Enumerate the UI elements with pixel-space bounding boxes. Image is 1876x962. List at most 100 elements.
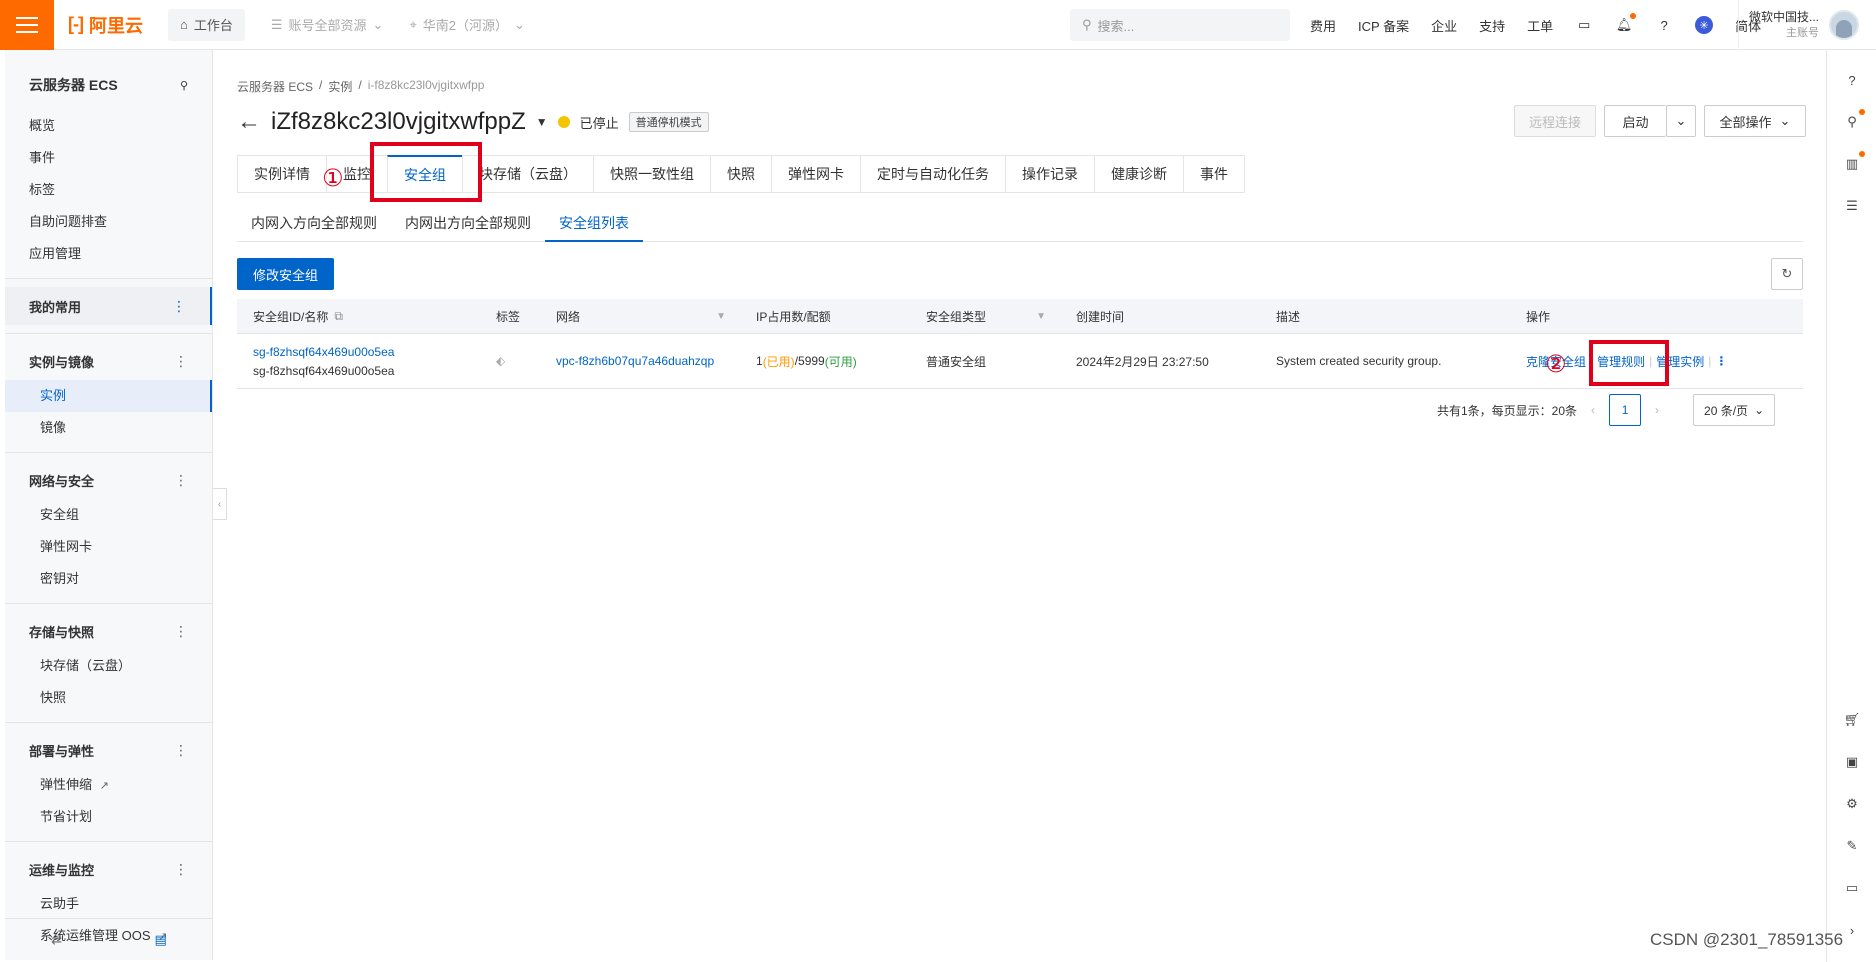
notes-icon[interactable]: ☰ — [1842, 196, 1862, 216]
link-icp[interactable]: ICP 备案 — [1358, 16, 1409, 35]
more-icon[interactable]: ⋮ — [174, 861, 188, 878]
tab-snapshot-groups[interactable]: 快照一致性组 — [593, 155, 710, 193]
bell-icon[interactable]: 🔔︎ — [1615, 13, 1637, 34]
workbench-button[interactable]: ⌂ 工作台 — [168, 8, 245, 41]
sidebar-item-snapshots[interactable]: 快照 — [5, 682, 212, 714]
logo[interactable]: [-] 阿里云 — [68, 12, 160, 38]
tab-scheduled-tasks[interactable]: 定时与自动化任务 — [860, 155, 1005, 193]
gear-icon[interactable]: ⚙ — [1842, 794, 1862, 814]
modify-security-group-button[interactable]: 修改安全组 — [237, 258, 335, 290]
region-selector[interactable]: ⌖ 华南2（河源） ⌄ — [409, 15, 524, 34]
tab-health[interactable]: 健康诊断 — [1094, 155, 1183, 193]
start-button[interactable]: 启动 — [1604, 105, 1666, 137]
sidebar-item-savings-plan[interactable]: 节省计划 — [5, 801, 212, 833]
sidebar-item-images[interactable]: 镜像 — [5, 412, 212, 444]
sidebar-group-ops[interactable]: 运维与监控 ⋮ — [5, 850, 212, 888]
link-support[interactable]: 支持 — [1479, 16, 1505, 35]
sidebar-group-network[interactable]: 网络与安全 ⋮ — [5, 461, 212, 499]
sidebar-group-instances[interactable]: 实例与镜像 ⋮ — [5, 342, 212, 380]
more-icon[interactable]: ⋮ — [172, 298, 186, 315]
sidebar-item-instances[interactable]: 实例 — [5, 380, 212, 412]
menu-icon[interactable] — [0, 0, 54, 50]
next-page-icon[interactable]: › — [1655, 403, 1659, 417]
back-arrow-icon[interactable]: ← — [237, 108, 261, 136]
sidebar-item-eni[interactable]: 弹性网卡 — [5, 531, 212, 563]
caret-down-icon[interactable]: ▼ — [536, 115, 548, 129]
favorites-label: 我的常用 — [29, 299, 82, 315]
breadcrumb-instances[interactable]: 实例 — [328, 78, 352, 95]
page-number[interactable]: 1 — [1609, 394, 1642, 426]
list-icon: ☰ — [270, 16, 283, 32]
link-ticket[interactable]: 工单 — [1527, 16, 1553, 35]
edit-icon[interactable]: ✎ — [1842, 836, 1862, 856]
search-icon[interactable]: ⚲ — [1842, 109, 1865, 132]
subtab-outbound-rules[interactable]: 内网出方向全部规则 — [391, 210, 545, 242]
sidebar-group-deploy[interactable]: 部署与弹性 ⋮ — [5, 731, 212, 769]
resource-selector[interactable]: ☰ 账号全部资源 ⌄ — [271, 15, 384, 34]
chevron-down-icon: ⌄ — [1754, 403, 1765, 417]
header-label: 安全组类型 — [926, 309, 987, 324]
terminal-icon[interactable]: ▭ — [1575, 16, 1593, 34]
all-operations-button[interactable]: 全部操作 ⌄ — [1704, 105, 1806, 137]
start-dropdown-icon[interactable]: ⌄ — [1666, 105, 1696, 137]
chevron-down-icon: ⌄ — [514, 16, 525, 32]
sidebar-item-troubleshoot[interactable]: 自助问题排查 — [5, 206, 212, 238]
chat-icon[interactable]: ▭ — [1842, 878, 1862, 898]
tab-eni[interactable]: 弹性网卡 — [771, 155, 860, 193]
device-icon[interactable]: ▣ — [1842, 752, 1862, 772]
more-icon[interactable]: ⋮ — [174, 353, 188, 370]
page-size-select[interactable]: 20 条/页 ⌄ — [1693, 394, 1776, 426]
ai-assistant-icon[interactable]: ✳ — [1695, 16, 1714, 34]
subtab-inbound-rules[interactable]: 内网入方向全部规则 — [237, 210, 391, 242]
sidebar-item-autoscaling[interactable]: 弹性伸缩 ↗ — [5, 769, 212, 801]
tag-icon[interactable]: ⬖ — [496, 354, 505, 368]
security-group-id-link[interactable]: sg-f8zhsqf64x469u00o5ea — [253, 345, 394, 359]
switch-icon[interactable]: ⇄ — [51, 932, 62, 948]
help-icon[interactable]: ? — [1842, 70, 1862, 90]
account-menu[interactable]: 微软中国技... 主账号 — [1738, 0, 1860, 50]
more-actions-icon[interactable]: ⋮ — [1715, 354, 1727, 368]
sidebar-group-storage[interactable]: 存储与快照 ⋮ — [5, 612, 212, 650]
link-enterprise[interactable]: 企业 — [1431, 16, 1457, 35]
chevron-right-icon[interactable]: › — [1842, 920, 1862, 940]
subtab-security-group-list[interactable]: 安全组列表 — [545, 210, 643, 242]
filter-icon[interactable]: ▼ — [1036, 311, 1046, 322]
sidebar-item-keypairs[interactable]: 密钥对 — [5, 563, 212, 595]
page-title: iZf8z8kc23l0vjgitxwfppZ — [271, 108, 526, 135]
divider — [5, 722, 212, 723]
refresh-icon[interactable]: ↻ — [1771, 258, 1803, 290]
tab-details[interactable]: 实例详情 — [237, 155, 326, 193]
tab-snapshots[interactable]: 快照 — [710, 155, 771, 193]
copy-icon[interactable]: ⧉ — [334, 309, 343, 324]
cart-icon[interactable]: 🛒︎ — [1842, 710, 1862, 730]
sidebar-favorites[interactable]: 我的常用 ⋮ — [5, 287, 212, 325]
breadcrumb-ecs[interactable]: 云服务器 ECS — [237, 78, 313, 95]
chevron-down-icon: ⌄ — [372, 16, 384, 32]
book-icon[interactable]: ▥ — [1842, 151, 1865, 174]
sidebar-collapse-handle[interactable]: ‹ — [213, 488, 227, 520]
more-icon[interactable]: ⋮ — [174, 742, 188, 759]
search-input[interactable]: ⚲ 搜索... — [1070, 9, 1290, 41]
prev-page-icon[interactable]: ‹ — [1591, 403, 1595, 417]
sidebar-item-security-groups[interactable]: 安全组 — [5, 499, 212, 531]
tab-operation-log[interactable]: 操作记录 — [1005, 155, 1094, 193]
search-icon[interactable]: ⚲ — [180, 79, 188, 92]
help-icon[interactable]: ? — [1655, 16, 1673, 34]
sidebar-item-cloud-assistant[interactable]: 云助手 — [5, 888, 212, 920]
sidebar-item-tags[interactable]: 标签 — [5, 174, 212, 206]
security-group-table: 安全组ID/名称 ⧉ 标签 网络 ▼ IP占用数/配额 安全组类型 ▼ 创建时间… — [237, 299, 1803, 389]
sidebar-item-events[interactable]: 事件 — [5, 142, 212, 174]
tab-events[interactable]: 事件 — [1183, 155, 1245, 193]
sidebar-item-overview[interactable]: 概览 — [5, 110, 212, 142]
remote-connect-button[interactable]: 远程连接 — [1514, 105, 1596, 137]
message-icon[interactable]: ▤ — [154, 932, 166, 948]
link-fee[interactable]: 费用 — [1310, 16, 1336, 35]
pagination-summary: 共有1条，每页显示：20条 — [1437, 403, 1578, 418]
sidebar-item-apps[interactable]: 应用管理 — [5, 238, 212, 270]
filter-icon[interactable]: ▼ — [716, 311, 726, 322]
avatar[interactable] — [1829, 10, 1860, 40]
vpc-link[interactable]: vpc-f8zh6b07qu7a46duahzqp — [556, 354, 714, 368]
sidebar-item-disks[interactable]: 块存储（云盘） — [5, 650, 212, 682]
more-icon[interactable]: ⋮ — [174, 472, 188, 489]
more-icon[interactable]: ⋮ — [174, 623, 188, 640]
